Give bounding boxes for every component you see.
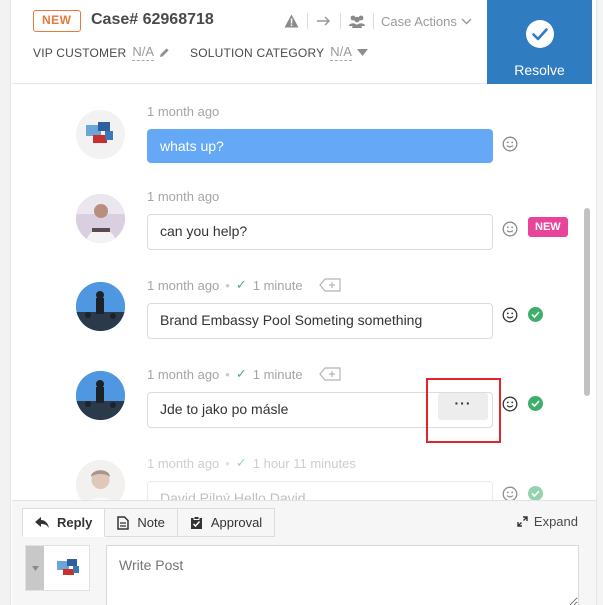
add-tag-icon[interactable] xyxy=(318,278,341,292)
pencil-icon[interactable] xyxy=(159,47,170,58)
case-actions-dropdown[interactable]: Case Actions xyxy=(381,14,472,29)
meta-separator: • xyxy=(225,277,230,293)
emoji-icon[interactable] xyxy=(502,486,518,500)
avatar xyxy=(76,371,125,420)
expand-label: Expand xyxy=(533,514,578,529)
expand-button[interactable]: Expand xyxy=(517,514,578,529)
checkmark-icon: ✓ xyxy=(235,366,247,381)
message-bubble[interactable]: can you help? xyxy=(147,214,493,250)
emoji-icon[interactable] xyxy=(502,221,518,237)
checkmark-icon: ✓ xyxy=(235,455,247,470)
delivered-status-icon xyxy=(528,486,543,500)
case-actions-label: Case Actions xyxy=(381,13,457,29)
reply-icon xyxy=(35,517,49,528)
response-time: 1 hour 11 minutes xyxy=(252,455,356,471)
forward-arrow-icon[interactable] xyxy=(315,12,333,30)
write-post-input[interactable] xyxy=(106,545,579,605)
check-circle-icon xyxy=(525,20,554,48)
author-selector[interactable] xyxy=(25,545,90,591)
avatar xyxy=(76,282,125,331)
divider xyxy=(307,13,308,29)
case-fields: VIP CUSTOMER N/A SOLUTION CATEGORY N/A xyxy=(33,44,368,61)
emoji-icon[interactable] xyxy=(502,136,518,152)
delivered-status-icon xyxy=(528,396,543,411)
divider xyxy=(340,13,341,29)
tab-label: Reply xyxy=(57,515,93,530)
warning-icon[interactable] xyxy=(282,12,300,30)
right-gutter xyxy=(596,0,603,605)
case-detail-panel: NEW Case# 62968718 Case Actions VIP CUST… xyxy=(0,0,603,605)
approval-icon xyxy=(190,515,202,529)
expand-icon xyxy=(517,516,528,527)
solution-category-label: SOLUTION CATEGORY xyxy=(189,45,325,60)
message-time: 1 month ago xyxy=(147,455,220,471)
meta-separator: • xyxy=(225,455,230,471)
note-icon xyxy=(117,515,130,530)
caret-down-icon[interactable] xyxy=(356,49,368,56)
message-meta: 1 month ago • ✓ 1 minute xyxy=(147,366,341,382)
message-bubble[interactable]: Brand Embassy Pool Someting something xyxy=(147,303,493,339)
tab-note[interactable]: Note xyxy=(105,508,178,537)
meta-separator: • xyxy=(225,366,230,382)
emoji-icon[interactable] xyxy=(502,307,518,323)
vip-customer-value[interactable]: N/A xyxy=(132,44,154,61)
thread-scrollbar[interactable] xyxy=(584,208,590,396)
resolve-label: Resolve xyxy=(514,62,565,78)
message-time: 1 month ago xyxy=(147,277,220,293)
left-gutter xyxy=(0,0,11,605)
message-meta: 1 month ago • ✓ 1 hour 11 minutes xyxy=(147,455,356,471)
delivered-status-icon xyxy=(528,307,543,322)
avatar xyxy=(76,460,125,500)
avatar xyxy=(76,110,125,159)
checkmark-icon: ✓ xyxy=(235,277,247,292)
message-bubble[interactable]: whats up? xyxy=(147,129,493,163)
status-badge: NEW xyxy=(33,10,81,32)
avatar xyxy=(76,194,125,243)
composer-tabs: Reply Note Approval xyxy=(22,508,276,537)
highlight-box xyxy=(426,378,501,443)
message-time: 1 month ago xyxy=(147,189,220,204)
team-icon[interactable] xyxy=(348,12,366,30)
case-toolbar: Case Actions xyxy=(282,10,472,32)
tab-label: Note xyxy=(137,515,165,530)
case-header: NEW Case# 62968718 Case Actions VIP CUST… xyxy=(12,0,487,84)
message-meta: 1 month ago xyxy=(147,104,219,119)
tab-approval[interactable]: Approval xyxy=(177,508,276,537)
composer-panel: Reply Note Approval Expand xyxy=(12,500,596,605)
solution-category-value[interactable]: N/A xyxy=(330,44,352,61)
message-bubble[interactable]: David Pilný Hello David xyxy=(147,481,493,500)
new-message-badge: NEW xyxy=(528,217,568,237)
message-meta: 1 month ago • ✓ 1 minute xyxy=(147,277,341,293)
emoji-icon[interactable] xyxy=(502,396,518,412)
message-time: 1 month ago xyxy=(147,104,220,119)
message-time: 1 month ago xyxy=(147,366,220,382)
caret-down-icon xyxy=(26,546,44,590)
case-title: Case# 62968718 xyxy=(91,11,214,28)
add-tag-icon[interactable] xyxy=(318,367,341,381)
author-avatar xyxy=(50,550,88,588)
response-time: 1 minute xyxy=(252,366,303,382)
message-meta: 1 month ago xyxy=(147,189,219,204)
chevron-down-icon xyxy=(461,18,472,24)
resolve-button[interactable]: Resolve xyxy=(487,0,592,84)
divider xyxy=(373,13,374,29)
tab-reply[interactable]: Reply xyxy=(22,508,106,537)
response-time: 1 minute xyxy=(252,277,303,293)
vip-customer-label: VIP CUSTOMER xyxy=(33,45,127,60)
tab-label: Approval xyxy=(210,515,263,530)
